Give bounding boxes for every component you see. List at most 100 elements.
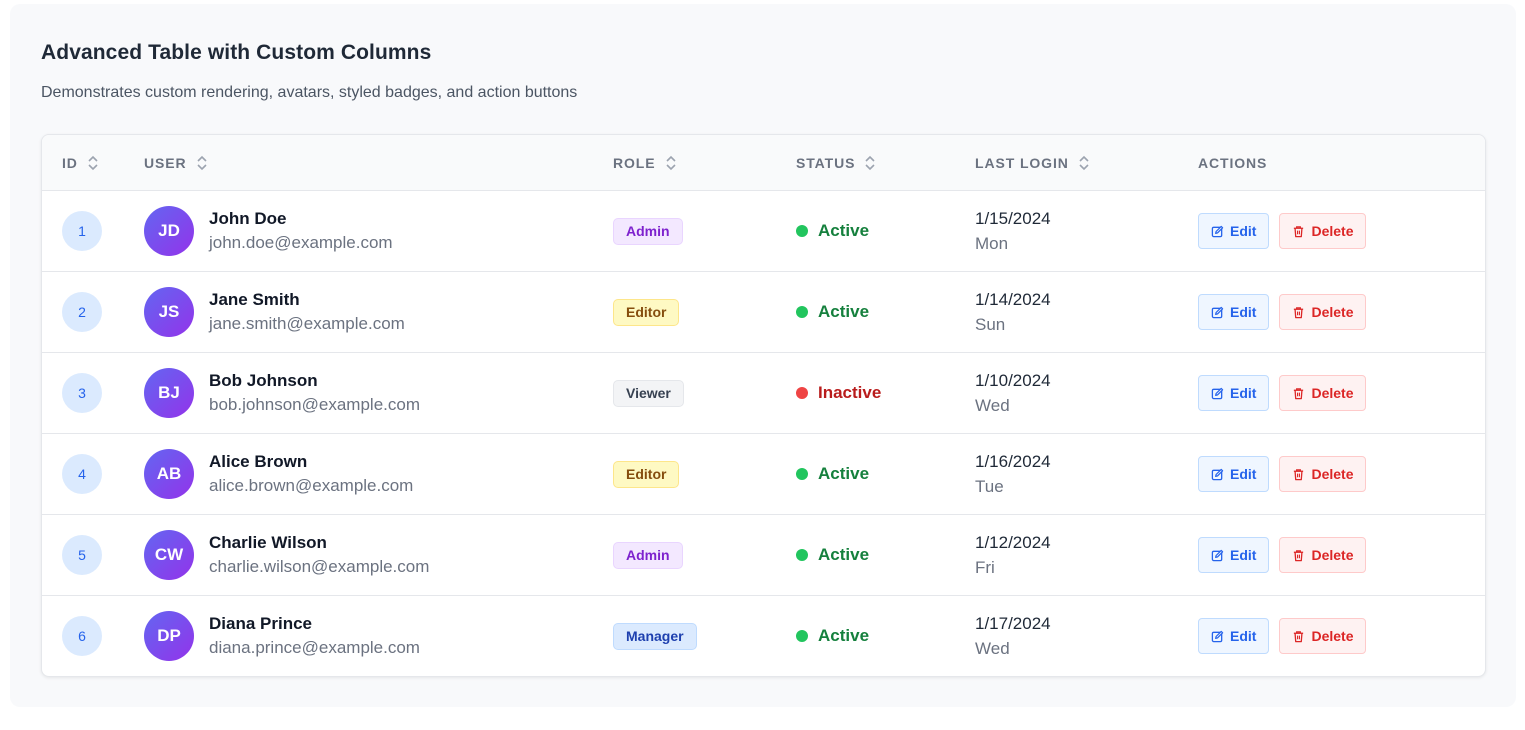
role-badge: Editor [613, 298, 680, 326]
edit-button-label: Edit [1230, 466, 1257, 482]
last-login-date: 1/16/2024 [975, 451, 1051, 471]
edit-icon [1211, 225, 1224, 237]
user-info: John Doe john.doe@example.com [209, 209, 393, 253]
id-badge: 6 [62, 616, 102, 656]
actions-cell: Edit Delete [1198, 515, 1367, 595]
trash-icon [1294, 225, 1304, 237]
status-label: Active [818, 221, 870, 240]
user-email: diana.prince@example.com [209, 638, 420, 657]
user-name: Jane Smith [209, 290, 300, 309]
row-actions: Edit Delete [1198, 294, 1367, 330]
user-email: alice.brown@example.com [209, 476, 414, 495]
role-badge: Admin [613, 217, 683, 245]
delete-button[interactable]: Delete [1279, 537, 1367, 573]
column-label: LAST LOGIN [975, 155, 1069, 171]
status-indicator: Active [796, 221, 869, 241]
sort-icon[interactable] [196, 154, 208, 172]
column-header-status[interactable]: STATUS [796, 135, 876, 191]
table-row: 1 JD John Doe john.doe@example.com Admin… [42, 191, 1485, 272]
data-table: ID USER ROLE STATUS LAST LOGIN ACTIONS 1… [41, 134, 1486, 677]
last-login-cell: 1/12/2024 Fri [975, 515, 1051, 595]
last-login-cell: 1/14/2024 Sun [975, 272, 1051, 352]
user-email: bob.johnson@example.com [209, 395, 420, 414]
id-cell: 1 [62, 191, 102, 271]
delete-button-label: Delete [1311, 385, 1354, 401]
edit-button-label: Edit [1230, 304, 1257, 320]
id-badge: 2 [62, 292, 102, 332]
role-cell: Editor [613, 272, 680, 352]
id-cell: 2 [62, 272, 102, 352]
column-header-role[interactable]: ROLE [613, 135, 677, 191]
status-dot-icon [796, 630, 808, 642]
id-badge: 1 [62, 211, 102, 251]
status-label: Active [818, 464, 870, 483]
role-badge: Manager [613, 622, 697, 650]
actions-cell: Edit Delete [1198, 272, 1367, 352]
status-dot-icon [796, 225, 808, 237]
id-badge: 3 [62, 373, 102, 413]
delete-button[interactable]: Delete [1279, 618, 1367, 654]
column-header-last-login[interactable]: LAST LOGIN [975, 135, 1090, 191]
column-label: STATUS [796, 155, 856, 171]
row-actions: Edit Delete [1198, 375, 1367, 411]
last-login: 1/16/2024 Tue [975, 452, 1051, 497]
id-cell: 3 [62, 353, 102, 433]
id-badge: 4 [62, 454, 102, 494]
edit-button-label: Edit [1230, 223, 1257, 239]
id-badge: 5 [62, 535, 102, 575]
table-row: 5 CW Charlie Wilson charlie.wilson@examp… [42, 515, 1485, 596]
role-cell: Editor [613, 434, 680, 514]
user-email: charlie.wilson@example.com [209, 557, 430, 576]
delete-button[interactable]: Delete [1279, 375, 1367, 411]
user-info: Alice Brown alice.brown@example.com [209, 452, 413, 496]
edit-button[interactable]: Edit [1198, 456, 1270, 492]
edit-icon [1211, 630, 1224, 642]
edit-icon [1211, 387, 1224, 399]
status-indicator: Active [796, 626, 869, 646]
delete-button[interactable]: Delete [1279, 213, 1367, 249]
status-indicator: Active [796, 302, 869, 322]
user-name: Bob Johnson [209, 371, 318, 390]
last-login: 1/15/2024 Mon [975, 209, 1051, 254]
trash-icon [1294, 468, 1304, 480]
sort-icon[interactable] [1078, 154, 1090, 172]
sort-icon[interactable] [87, 154, 99, 172]
role-badge: Editor [613, 460, 680, 488]
delete-button-label: Delete [1311, 223, 1354, 239]
last-login-date: 1/17/2024 [975, 613, 1051, 633]
avatar: CW [144, 530, 194, 580]
edit-button[interactable]: Edit [1198, 375, 1270, 411]
column-header-id[interactable]: ID [62, 135, 99, 191]
column-label: ID [62, 155, 78, 171]
actions-cell: Edit Delete [1198, 353, 1367, 433]
table-row: 6 DP Diana Prince diana.prince@example.c… [42, 596, 1485, 676]
edit-button[interactable]: Edit [1198, 213, 1270, 249]
edit-button[interactable]: Edit [1198, 537, 1270, 573]
sort-icon[interactable] [665, 154, 677, 172]
column-label: ROLE [613, 155, 656, 171]
last-login-date: 1/15/2024 [975, 208, 1051, 228]
user-info: Charlie Wilson charlie.wilson@example.co… [209, 533, 429, 577]
table-demo-panel: Advanced Table with Custom Columns Demon… [10, 4, 1516, 707]
row-actions: Edit Delete [1198, 537, 1367, 573]
user-info: Bob Johnson bob.johnson@example.com [209, 371, 420, 415]
user-name: John Doe [209, 209, 287, 228]
edit-button[interactable]: Edit [1198, 618, 1270, 654]
edit-button-label: Edit [1230, 385, 1257, 401]
delete-button[interactable]: Delete [1279, 294, 1367, 330]
last-login: 1/14/2024 Sun [975, 290, 1051, 335]
sort-icon[interactable] [864, 154, 876, 172]
edit-icon [1211, 468, 1224, 480]
delete-button[interactable]: Delete [1279, 456, 1367, 492]
column-header-user[interactable]: USER [144, 135, 208, 191]
row-actions: Edit Delete [1198, 213, 1367, 249]
status-label: Active [818, 302, 870, 321]
last-login: 1/17/2024 Wed [975, 614, 1051, 659]
page-subtitle: Demonstrates custom rendering, avatars, … [41, 84, 578, 101]
edit-button[interactable]: Edit [1198, 294, 1270, 330]
status-label: Active [818, 545, 870, 564]
status-cell: Active [796, 515, 869, 595]
status-cell: Active [796, 434, 869, 514]
status-indicator: Active [796, 545, 869, 565]
user-name: Diana Prince [209, 614, 312, 633]
